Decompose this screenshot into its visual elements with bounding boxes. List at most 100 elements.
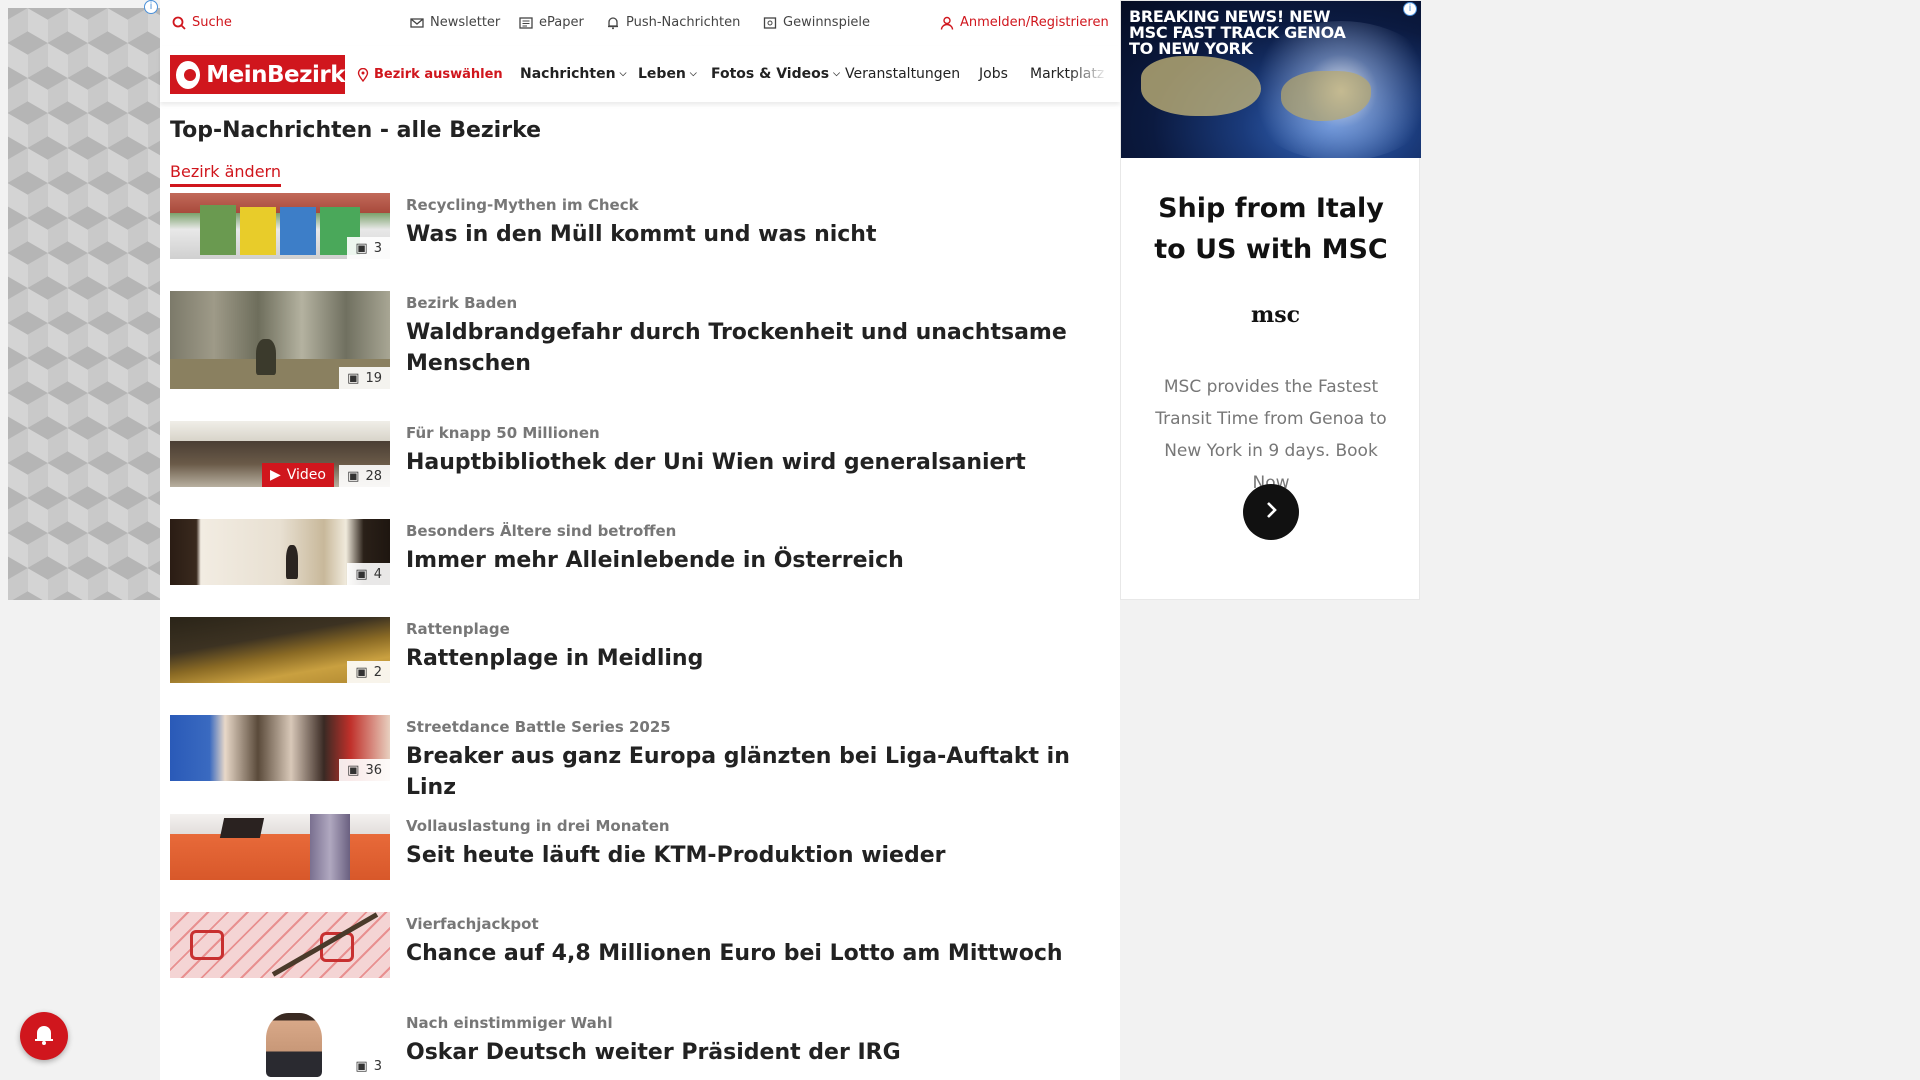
article-thumbnail[interactable]: ▣ 3 — [170, 1011, 390, 1077]
article-headline[interactable]: Oskar Deutsch weiter Präsident der IRG — [406, 1037, 1096, 1068]
image-icon: ▣ — [355, 664, 368, 680]
msc-logo: msc — [1251, 302, 1301, 328]
article-kicker: Rattenplage — [406, 620, 510, 638]
image-icon: ▣ — [355, 240, 368, 256]
chevron-down-icon: ⌵ — [689, 69, 697, 79]
user-icon — [940, 16, 954, 30]
video-badge: ▶ Video — [261, 463, 334, 487]
nav-item-leben[interactable]: Leben ⌵ — [638, 66, 697, 82]
adchoices-icon[interactable]: i — [144, 0, 158, 14]
change-district-link[interactable]: Bezirk ändern — [170, 162, 281, 187]
search-link[interactable]: Suche — [172, 15, 232, 30]
chevron-down-icon: ⌵ — [619, 69, 627, 79]
top-bar: Suche Newsletter ePaper Push-Nachrichten… — [160, 0, 1120, 46]
article-item[interactable]: ▣ 3 Nach einstimmiger Wahl Oskar Deutsch … — [170, 1011, 1110, 1080]
image-icon: ▣ — [347, 370, 360, 386]
article-headline[interactable]: Was in den Müll kommt und was nicht — [406, 219, 1096, 250]
left-skyscraper-ad[interactable] — [8, 8, 160, 600]
article-thumbnail[interactable] — [170, 912, 390, 978]
photo-count: 3 — [373, 1058, 382, 1074]
ad-body-text: MSC provides the Fastest Transit Time fr… — [1155, 377, 1387, 493]
location-pin-icon — [356, 67, 370, 82]
ad-banner-text: BREAKING NEWS! NEW MSC FAST TRACK GENOA … — [1129, 7, 1346, 58]
photo-count-badge: ▣ 19 — [339, 367, 390, 389]
search-icon — [172, 16, 186, 30]
select-district-label: Bezirk auswählen — [374, 67, 503, 82]
article-headline[interactable]: Immer mehr Alleinlebende in Österreich — [406, 545, 1096, 576]
contests-link[interactable]: Gewinnspiele — [763, 15, 870, 30]
chevron-down-icon: ⌵ — [833, 69, 840, 79]
article-headline[interactable]: Hauptbibliothek der Uni Wien wird genera… — [406, 447, 1096, 478]
article-thumbnail[interactable]: ▣ 4 — [170, 519, 390, 585]
photo-count-badge: ▣ 28 — [339, 465, 390, 487]
video-label: Video — [286, 467, 326, 483]
article-thumbnail[interactable]: ▣ 19 — [170, 291, 390, 389]
article-thumbnail[interactable]: ▶ Video ▣ 28 — [170, 421, 390, 487]
article-kicker: Vierfachjackpot — [406, 915, 539, 933]
article-kicker: Bezirk Baden — [406, 294, 518, 312]
push-notifications-link[interactable]: Push-Nachrichten — [606, 15, 740, 30]
image-icon: ▣ — [347, 762, 360, 778]
nav-label-fotos-videos: Fotos & Videos — [711, 66, 830, 82]
article-thumbnail[interactable]: ▣ 2 — [170, 617, 390, 683]
article-thumbnail[interactable]: ▣ 36 — [170, 715, 390, 781]
search-label: Suche — [192, 15, 232, 30]
login-link[interactable]: Anmelden/Registrieren — [940, 15, 1109, 30]
right-sidebar-ad[interactable]: BREAKING NEWS! NEW MSC FAST TRACK GENOA … — [1120, 0, 1421, 600]
nav-item-veranstaltungen[interactable]: Veranstaltungen — [845, 66, 960, 82]
nav-label-veranstaltungen: Veranstaltungen — [845, 66, 961, 82]
newsletter-label: Newsletter — [430, 15, 501, 30]
article-headline[interactable]: Chance auf 4,8 Millionen Euro bei Lotto … — [406, 938, 1096, 969]
nav-fade-overlay — [1068, 56, 1108, 92]
article-kicker: Recycling-Mythen im Check — [406, 196, 639, 214]
push-label: Push-Nachrichten — [626, 15, 741, 30]
photo-count: 4 — [373, 566, 382, 582]
nav-item-nachrichten[interactable]: Nachrichten ⌵ — [520, 66, 626, 82]
photo-count-badge: ▣ 3 — [347, 237, 390, 259]
article-headline[interactable]: Rattenplage in Meidling — [406, 643, 1096, 674]
photo-count: 2 — [373, 664, 382, 680]
contests-label: Gewinnspiele — [783, 15, 871, 30]
bell-icon — [32, 1022, 56, 1050]
nav-item-jobs[interactable]: Jobs — [979, 66, 1008, 82]
image-icon: ▣ — [355, 566, 368, 582]
article-headline[interactable]: Seit heute läuft die KTM-Produktion wied… — [406, 840, 1096, 871]
article-item[interactable]: ▣ 2 Rattenplage Rattenplage in Meidling — [170, 617, 1110, 687]
photo-count-badge: ▣ 36 — [339, 759, 390, 781]
logo-text: MeinBezirk — [206, 61, 345, 88]
article-item[interactable]: ▣ 3 Recycling-Mythen im Check Was in den … — [170, 193, 1110, 263]
nav-item-fotos-videos[interactable]: Fotos & Videos ⌵ — [711, 66, 840, 82]
chevron-right-icon — [1260, 499, 1282, 525]
article-headline[interactable]: Waldbrandgefahr durch Trockenheit und un… — [406, 317, 1096, 379]
article-item[interactable]: Vollauslastung in drei Monaten Seit heut… — [170, 814, 1110, 884]
bell-icon — [606, 16, 620, 30]
article-kicker: Besonders Ältere sind betroffen — [406, 522, 677, 540]
meinbezirk-logo[interactable]: MeinBezirk — [170, 55, 345, 94]
ad-headline[interactable]: Ship from Italy to US with MSC — [1141, 188, 1401, 270]
article-kicker: Nach einstimmiger Wahl — [406, 1014, 613, 1032]
article-item[interactable]: ▣ 19 Bezirk Baden Waldbrandgefahr durch T… — [170, 291, 1110, 391]
ad-cta-button[interactable] — [1243, 484, 1299, 540]
article-item[interactable]: Vierfachjackpot Chance auf 4,8 Millionen… — [170, 912, 1110, 982]
article-item[interactable]: ▣ 36 Streetdance Battle Series 2025 Break… — [170, 715, 1110, 800]
newsletter-link[interactable]: Newsletter — [410, 15, 500, 30]
nav-label-leben: Leben — [638, 66, 686, 82]
epaper-link[interactable]: ePaper — [519, 15, 584, 30]
article-thumbnail[interactable] — [170, 814, 390, 880]
article-item[interactable]: ▶ Video ▣ 28 Für knapp 50 Millionen Hauptb… — [170, 421, 1110, 491]
ad-banner-image[interactable]: BREAKING NEWS! NEW MSC FAST TRACK GENOA … — [1121, 1, 1421, 158]
mail-icon — [410, 16, 424, 30]
article-thumbnail[interactable]: ▣ 3 — [170, 193, 390, 259]
push-notification-button[interactable] — [20, 1012, 68, 1060]
image-icon: ▣ — [347, 468, 360, 484]
newspaper-icon — [519, 16, 533, 30]
main-navigation: MeinBezirk Bezirk auswählen Nachrichten ⌵… — [160, 46, 1120, 102]
article-headline[interactable]: Breaker aus ganz Europa glänzten bei Lig… — [406, 741, 1096, 803]
epaper-label: ePaper — [539, 15, 584, 30]
page-title: Top-Nachrichten - alle Bezirke — [170, 118, 542, 143]
select-district-button[interactable]: Bezirk auswählen — [356, 67, 503, 82]
login-label: Anmelden/Registrieren — [960, 15, 1109, 30]
article-item[interactable]: ▣ 4 Besonders Ältere sind betroffen Immer… — [170, 519, 1110, 589]
adchoices-icon[interactable]: i — [1403, 2, 1417, 16]
article-kicker: Vollauslastung in drei Monaten — [406, 817, 670, 835]
